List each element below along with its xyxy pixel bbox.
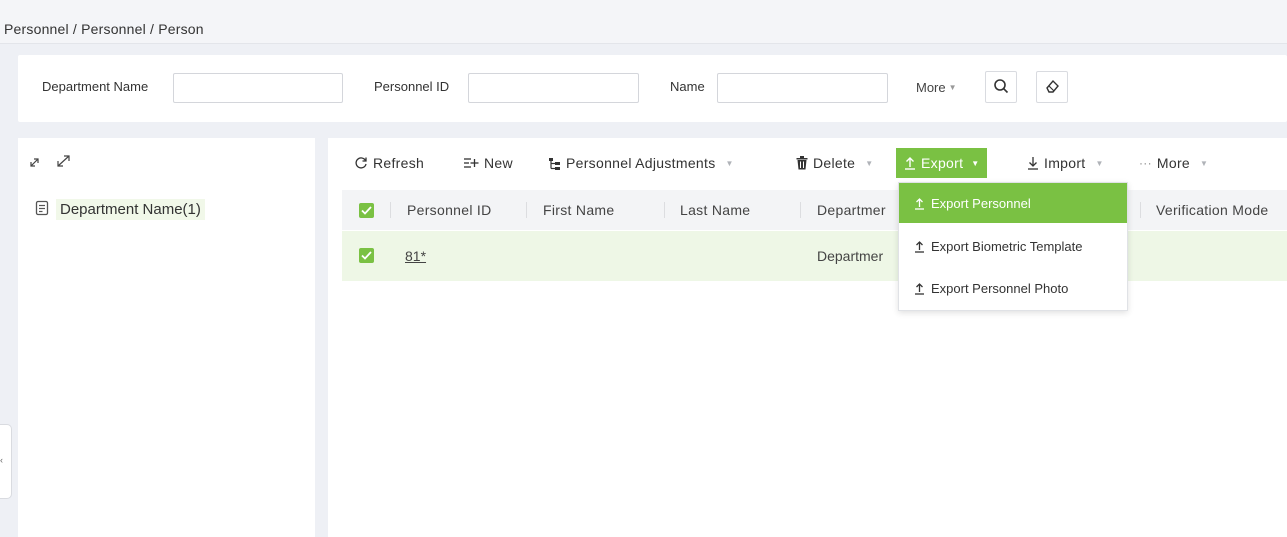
delete-button[interactable]: Delete ▼ (796, 149, 874, 177)
breadcrumb: Personnel / Personnel / Person (0, 0, 1287, 44)
table-row[interactable]: 81* Departmer (342, 231, 1287, 281)
menu-item-export-personnel-photo[interactable]: Export Personnel Photo (899, 268, 1127, 308)
clear-button[interactable] (1036, 71, 1068, 103)
menu-item-export-personnel[interactable]: Export Personnel (899, 183, 1127, 223)
upload-icon (914, 282, 925, 295)
menu-item-label: Export Personnel (931, 195, 1031, 211)
name-input[interactable] (717, 73, 888, 103)
more-actions-button[interactable]: ··· More ▼ (1139, 149, 1208, 177)
caret-down-icon: ▼ (725, 158, 734, 168)
collapse-icon[interactable] (55, 154, 73, 171)
table-header: Personnel ID First Name Last Name Depart… (342, 190, 1287, 230)
column-header-department[interactable]: Departmer (817, 202, 886, 218)
column-divider (390, 202, 391, 218)
personnel-grid-panel: Refresh New Personnel Adjustments ▼ Dele… (328, 138, 1287, 537)
new-button[interactable]: New (463, 149, 513, 177)
search-icon (993, 78, 1009, 97)
export-dropdown-menu: Export Personnel Export Biometric Templa… (898, 182, 1128, 311)
import-button[interactable]: Import ▼ (1027, 149, 1104, 177)
document-icon (35, 200, 49, 219)
department-name-input[interactable] (173, 73, 343, 103)
menu-item-label: Export Personnel Photo (931, 280, 1069, 296)
upload-icon (914, 197, 925, 210)
column-header-first-name[interactable]: First Name (543, 202, 614, 218)
personnel-id-link[interactable]: 81* (405, 248, 426, 264)
personnel-adjustments-label: Personnel Adjustments (566, 155, 716, 171)
caret-down-icon: ▼ (1095, 158, 1104, 168)
chevron-left-icon: ‹ (0, 455, 3, 465)
personnel-id-label: Personnel ID (374, 79, 450, 94)
upload-icon (904, 156, 916, 170)
export-label: Export (921, 155, 964, 171)
sidebar-collapse-handle[interactable]: ‹ (0, 424, 12, 499)
org-chart-icon (548, 157, 561, 170)
more-filters-label: More (916, 80, 946, 95)
caret-down-icon: ▼ (1200, 158, 1209, 168)
department-cell: Departmer (817, 248, 884, 264)
export-button[interactable]: Export ▼ (896, 148, 988, 178)
refresh-button[interactable]: Refresh (354, 149, 424, 177)
more-actions-label: More (1156, 155, 1190, 171)
import-label: Import (1044, 155, 1086, 171)
column-divider (664, 202, 665, 218)
column-header-verification-mode[interactable]: Verification Mode (1156, 202, 1269, 218)
column-header-last-name[interactable]: Last Name (680, 202, 750, 218)
department-name-label: Department Name (42, 79, 149, 94)
column-divider (1140, 202, 1141, 218)
personnel-id-input[interactable] (468, 73, 639, 103)
row-checkbox[interactable] (359, 248, 374, 263)
add-list-icon (463, 156, 479, 170)
delete-label: Delete (813, 155, 856, 171)
department-tree-panel: Department Name(1) (18, 138, 315, 537)
tree-item-department[interactable]: Department Name(1) (35, 199, 205, 220)
ellipsis-icon: ··· (1139, 156, 1152, 170)
select-all-checkbox[interactable] (359, 203, 374, 218)
menu-item-export-biometric-template[interactable]: Export Biometric Template (899, 226, 1127, 266)
trash-icon (796, 156, 808, 170)
new-label: New (484, 155, 513, 171)
expand-icon[interactable] (29, 154, 47, 171)
column-header-personnel-id[interactable]: Personnel ID (407, 202, 492, 218)
personnel-adjustments-button[interactable]: Personnel Adjustments ▼ (548, 149, 734, 177)
more-filters-link[interactable]: More ▼ (916, 80, 957, 95)
refresh-label: Refresh (373, 155, 425, 171)
name-label: Name (670, 79, 705, 94)
caret-down-icon: ▼ (865, 158, 874, 168)
caret-down-icon: ▼ (948, 83, 957, 92)
column-divider (800, 202, 801, 218)
search-bar: Department Name Personnel ID Name More ▼ (18, 55, 1287, 122)
caret-down-icon: ▼ (971, 158, 980, 168)
refresh-icon (354, 156, 368, 170)
download-icon (1027, 156, 1039, 170)
eraser-icon (1044, 78, 1060, 97)
column-divider (526, 202, 527, 218)
search-button[interactable] (985, 71, 1017, 103)
toolbar: Refresh New Personnel Adjustments ▼ Dele… (328, 148, 1287, 178)
upload-icon (914, 240, 925, 253)
menu-item-label: Export Biometric Template (931, 238, 1083, 254)
tree-item-label: Department Name(1) (56, 199, 205, 220)
